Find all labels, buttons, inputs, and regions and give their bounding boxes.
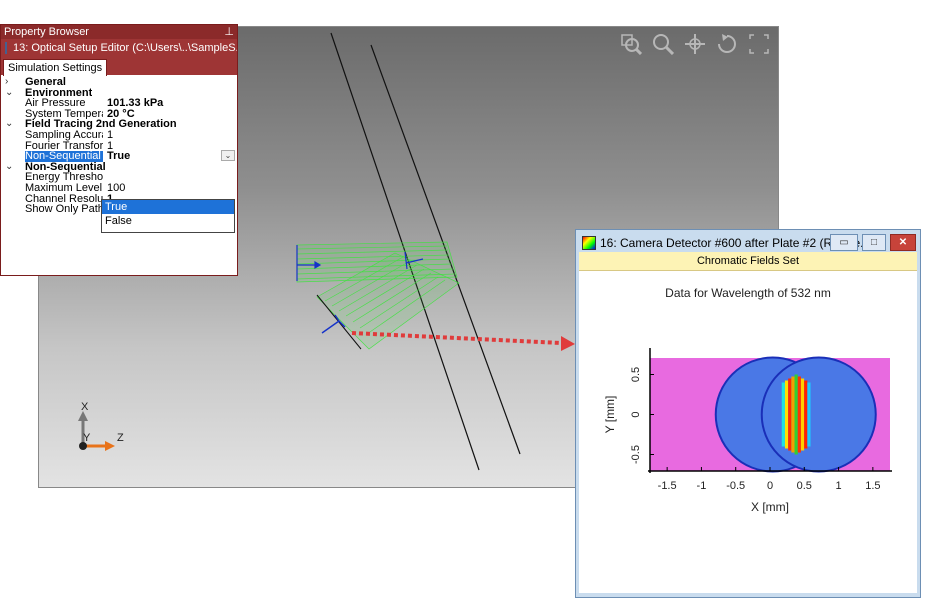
property-name: System Temperat <box>25 108 103 120</box>
interference-stripe <box>788 378 792 451</box>
detector-plot-area: Data for Wavelength of 532 nm -1.5 -1 -0.5… <box>579 271 917 593</box>
zoom-region-icon[interactable] <box>620 33 643 60</box>
chevron-down-icon[interactable]: ⌄ <box>5 119 15 130</box>
camera-detector-window: 16: Camera Detector #600 after Plate #2 … <box>575 229 921 598</box>
property-value[interactable]: 100 <box>107 183 125 194</box>
property-value[interactable]: True <box>107 151 130 162</box>
interference-stripe <box>804 380 808 449</box>
chevron-right-icon[interactable]: › <box>5 76 15 88</box>
detector-window-icon <box>582 236 596 250</box>
interference-stripe <box>791 376 795 453</box>
field-disk-right <box>760 356 877 473</box>
interference-stripe <box>784 380 789 449</box>
view-toolbar <box>620 33 770 60</box>
property-name: Non-Sequential T <box>25 151 103 162</box>
property-browser-titlebar: Property Browser ⊥ <box>1 25 237 39</box>
property-name: General <box>25 77 66 88</box>
x-tick-label: 1.5 <box>865 480 880 492</box>
detector-field-plot: -1.5 -1 -0.5 0 0.5 1 1.5 0.5 0 -0.5 X [mm] Y [mm] <box>603 348 892 514</box>
minimize-button[interactable]: ▭ <box>830 234 858 251</box>
property-value[interactable]: 1 <box>107 130 113 141</box>
dropdown-option-false[interactable]: False <box>102 214 234 228</box>
chevron-down-icon[interactable]: ⌄ <box>5 87 15 99</box>
property-name: Environment <box>25 87 93 99</box>
rotate-icon[interactable] <box>716 33 738 60</box>
property-value[interactable]: 20 °C <box>107 108 135 120</box>
document-title: 13: Optical Setup Editor (C:\Users\..\Sa… <box>13 42 237 54</box>
property-name: Non-Sequential <box>25 161 106 173</box>
x-tick-label: -0.5 <box>726 480 745 492</box>
dropdown-option-true[interactable]: True <box>102 200 234 214</box>
pin-icon[interactable]: ⊥ <box>224 25 234 39</box>
y-tick-label: 0.5 <box>630 367 642 382</box>
x-axis-label: X [mm] <box>751 500 789 514</box>
axis-triad <box>78 411 115 451</box>
y-tick-label: -0.5 <box>630 445 642 464</box>
document-selector[interactable]: 13: Optical Setup Editor (C:\Users\..\Sa… <box>1 39 237 57</box>
x-tick-label: 1 <box>836 480 842 492</box>
axis-y-label: Y <box>83 432 91 444</box>
property-row[interactable]: Maximum Level 100 <box>1 183 237 194</box>
interference-stripe <box>807 382 811 447</box>
x-tick-label: -1.5 <box>658 480 677 492</box>
pan-icon[interactable] <box>684 33 706 60</box>
property-row[interactable]: System Temperat 20 °C <box>1 108 237 120</box>
y-axis-label: Y [mm] <box>603 396 617 434</box>
property-name: Fourier Transforn <box>25 140 103 152</box>
interference-stripe <box>794 374 798 455</box>
property-category[interactable]: › General <box>1 76 237 88</box>
interference-stripe <box>781 382 785 447</box>
chromatic-fields-header[interactable]: Chromatic Fields Set <box>579 252 917 271</box>
property-name: Sampling Accurac <box>25 129 103 141</box>
interference-stripe <box>797 376 801 453</box>
axis-z-label: Z <box>117 432 124 444</box>
property-row[interactable]: Sampling Accurac 1 <box>1 130 237 141</box>
document-icon <box>5 42 7 54</box>
property-category[interactable]: ⌄ Field Tracing 2nd Generation <box>1 119 237 130</box>
property-name: Channel Resoluti <box>25 193 103 205</box>
x-tick-label: 0.5 <box>797 480 812 492</box>
fit-icon[interactable] <box>748 33 770 60</box>
property-row[interactable]: Non-Sequential T True ⌄ <box>1 150 237 162</box>
property-name: Energy Threshold <box>25 172 103 183</box>
y-tick-label: 0 <box>630 411 642 417</box>
interference-stripe <box>800 378 805 451</box>
property-name: Air Pressure <box>25 98 86 109</box>
tab-simulation-settings[interactable]: Simulation Settings <box>3 59 108 76</box>
axis-x-label: X <box>81 401 89 413</box>
property-category[interactable]: ⌄ Non-Sequential <box>1 161 237 173</box>
property-tabs: Simulation Settings <box>1 57 237 76</box>
x-tick-label: 0 <box>767 480 773 492</box>
property-browser-title: Property Browser <box>4 26 89 38</box>
chevron-down-icon[interactable]: ⌄ <box>5 161 15 173</box>
value-dropdown-list: True False <box>101 199 235 233</box>
maximize-button[interactable]: □ <box>862 234 886 251</box>
property-name: Maximum Level <box>25 182 103 194</box>
property-grid: › General ⌄ Environment Air Pressure 101.33 k… <box>1 75 237 215</box>
x-tick-label: -1 <box>697 480 707 492</box>
property-name: Show Only Paths <box>25 204 103 215</box>
close-button[interactable]: ✕ <box>890 234 916 251</box>
chevron-down-icon[interactable]: ⌄ <box>221 150 235 162</box>
pointer-arrowhead <box>561 336 575 351</box>
zoom-icon[interactable] <box>652 33 675 60</box>
property-browser: Property Browser ⊥ 13: Optical Setup Edi… <box>0 24 238 276</box>
property-name: Field Tracing 2nd Generation <box>25 119 177 130</box>
